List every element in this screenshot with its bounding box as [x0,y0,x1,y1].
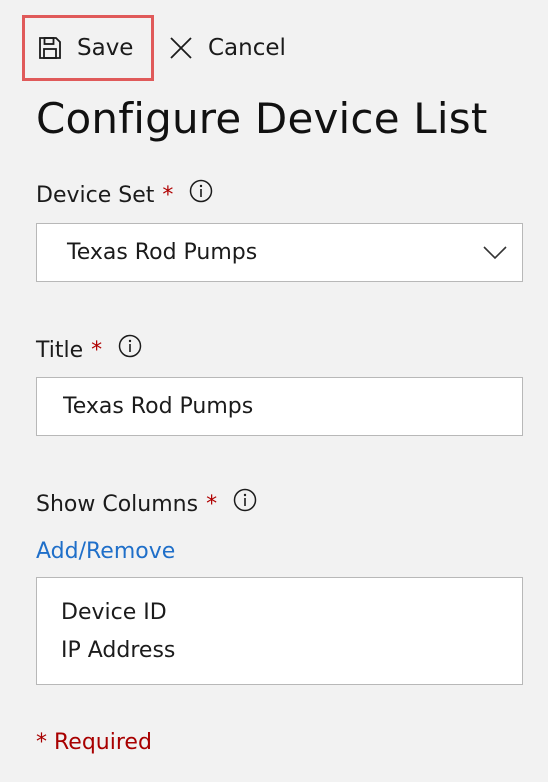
chevron-down-icon [483,246,507,260]
required-asterisk: * [162,183,174,208]
close-icon [170,37,192,59]
device-set-label: Device Set [36,183,155,208]
info-icon[interactable] [189,179,213,203]
configure-device-list-panel: Save Cancel Configure Device List Device… [0,0,548,782]
info-icon[interactable] [233,488,257,512]
title-input[interactable] [37,378,522,435]
list-item: Device ID [61,600,167,625]
command-bar: Save Cancel [22,15,302,81]
title-field-box [36,377,523,436]
add-remove-columns-link[interactable]: Add/Remove [36,539,175,564]
save-label: Save [77,35,134,61]
show-columns-label-row: Show Columns * [36,488,257,517]
info-icon[interactable] [118,334,142,358]
page-title: Configure Device List [36,94,488,143]
required-asterisk: * [206,492,218,517]
device-set-selected-value: Texas Rod Pumps [67,240,258,265]
list-item: IP Address [61,638,176,663]
required-asterisk: * [91,338,103,363]
title-label-row: Title * [36,334,142,363]
columns-list: Device ID IP Address [36,577,523,685]
required-note: * Required [36,730,152,755]
save-button[interactable]: Save [22,15,154,81]
cancel-button[interactable]: Cancel [154,15,302,81]
cancel-label: Cancel [208,35,286,61]
device-set-dropdown[interactable]: Texas Rod Pumps [36,223,523,282]
title-label: Title [36,338,84,363]
device-set-label-row: Device Set * [36,179,213,208]
show-columns-label: Show Columns [36,492,199,517]
save-icon [39,37,61,59]
